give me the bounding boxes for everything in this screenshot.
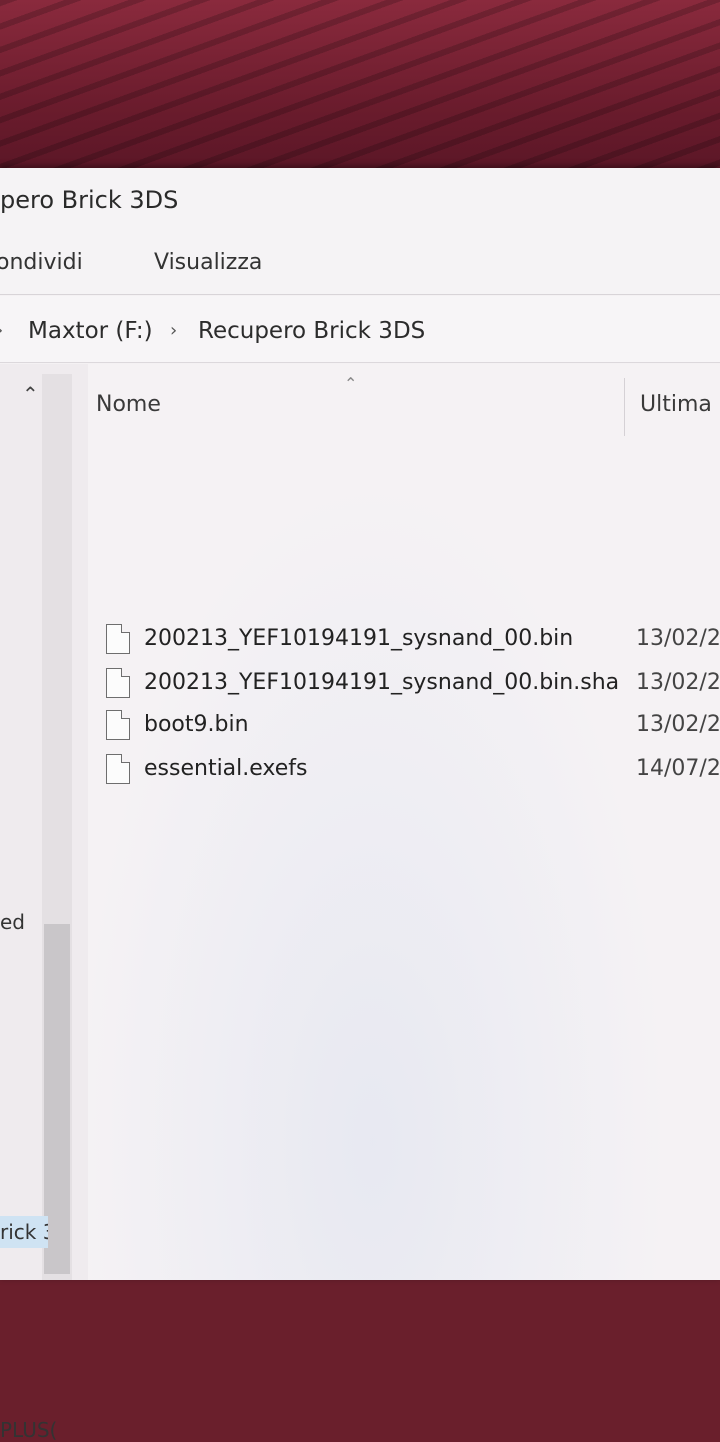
column-header-name[interactable]: Nome [96,392,161,417]
file-date: 13/02/2( [636,670,720,695]
chevron-right-icon[interactable]: › [170,320,177,341]
file-row[interactable]: boot9.bin 13/02/20 [88,706,720,746]
file-row[interactable]: 200213_YEF10194191_sysnand_00.bin.sha 13… [88,664,720,704]
title-bar[interactable]: pero Brick 3DS [0,168,720,240]
file-name: 200213_YEF10194191_sysnand_00.bin.sha [144,670,620,695]
window-title: pero Brick 3DS [0,186,179,214]
address-bar[interactable]: › Maxtor (F:) › Recupero Brick 3DS [0,296,720,363]
file-date: 13/02/20 [636,712,720,737]
file-icon [106,668,130,698]
ribbon-tabs: ondividi Visualizza [0,240,720,295]
file-row[interactable]: essential.exefs 14/07/20 [88,750,720,790]
column-divider[interactable] [624,378,625,436]
file-date: 14/07/20 [636,756,720,781]
tab-condividi[interactable]: ondividi [0,250,83,275]
nav-item-selected[interactable]: rick 3 [0,1216,48,1248]
nav-item-truncated[interactable]: ed [0,910,40,934]
file-icon [106,754,130,784]
column-header-modified[interactable]: Ultima [640,392,712,417]
file-row[interactable]: 200213_YEF10194191_sysnand_00.bin 13/02/… [88,620,720,660]
breadcrumb-drive[interactable]: Maxtor (F:) [28,318,153,344]
file-name: essential.exefs [144,756,308,781]
sort-ascending-icon: ⌃ [344,374,358,393]
scroll-up-icon[interactable]: ⌃ [22,382,39,406]
breadcrumb-folder[interactable]: Recupero Brick 3DS [198,318,425,344]
file-name: boot9.bin [144,712,249,737]
chevron-right-icon: › [0,320,3,341]
nav-item-truncated[interactable]: PLUS( [0,1418,60,1442]
file-icon [106,624,130,654]
file-date: 13/02/2 [636,626,720,651]
desktop-wallpaper [0,0,720,175]
file-explorer-window: pero Brick 3DS ondividi Visualizza › Max… [0,168,720,1442]
file-list: ⌃ Nome Ultima 200213_YEF10194191_sysnand… [88,364,720,1280]
file-icon [106,710,130,740]
file-name: 200213_YEF10194191_sysnand_00.bin [144,626,574,651]
navigation-pane: ⌃ ed rick 3 PLUS( [0,364,88,1442]
tab-visualizza[interactable]: Visualizza [154,250,262,275]
